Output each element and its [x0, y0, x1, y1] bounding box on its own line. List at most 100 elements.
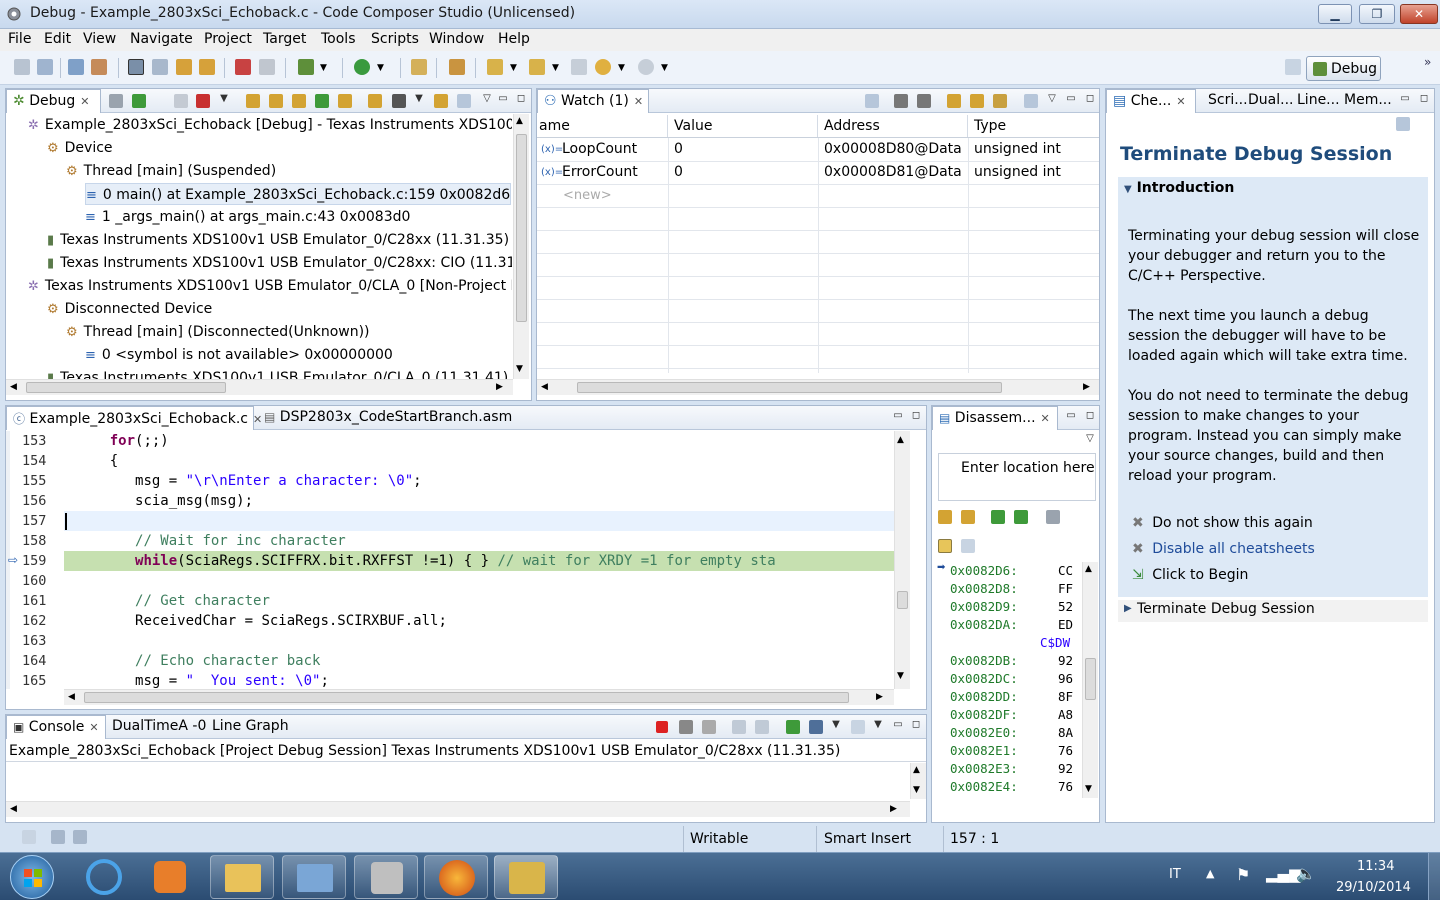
- menu-file[interactable]: File: [8, 31, 31, 47]
- code-line[interactable]: for(;;): [76, 431, 169, 451]
- menu-project[interactable]: Project: [204, 31, 252, 47]
- col-header-address[interactable]: Address: [818, 115, 968, 137]
- open-console-icon[interactable]: [851, 720, 865, 734]
- disassembly-vertical-scrollbar[interactable]: ▲ ▼: [1082, 562, 1098, 798]
- refresh-icon[interactable]: [434, 94, 448, 108]
- debug-tree-item[interactable]: ⚙ Thread [main] (Disconnected(Unknown)): [66, 321, 370, 343]
- new-view-icon[interactable]: [1024, 94, 1038, 108]
- code-line[interactable]: scia_msg(msg);: [76, 491, 253, 511]
- debug-vertical-scrollbar[interactable]: ▲ ▼: [513, 114, 529, 379]
- watch-horizontal-scrollbar[interactable]: ◀ ▶: [537, 379, 1099, 395]
- link-icon[interactable]: [152, 59, 168, 75]
- clock-date[interactable]: 29/10/2014: [1336, 880, 1411, 895]
- cheatsheet-menu-icon[interactable]: [1396, 117, 1410, 131]
- load-program-icon[interactable]: [176, 59, 192, 75]
- watch-row-name[interactable]: LoopCount: [562, 138, 637, 161]
- suspend-icon[interactable]: [174, 94, 188, 108]
- scroll-up-icon[interactable]: ▲: [897, 435, 904, 445]
- debug-tree-item[interactable]: ▮ Texas Instruments XDS100v1 USB Emulator…: [47, 229, 509, 251]
- lock-icon[interactable]: [993, 94, 1007, 108]
- close-tab-icon[interactable]: ✕: [80, 95, 89, 108]
- step-over-icon[interactable]: [269, 94, 283, 108]
- scroll-down-icon[interactable]: ▼: [1085, 784, 1092, 794]
- menu-navigate[interactable]: Navigate: [130, 31, 193, 47]
- menu-edit[interactable]: Edit: [44, 31, 71, 47]
- close-tab-icon[interactable]: ✕: [1176, 95, 1185, 108]
- language-indicator[interactable]: IT: [1169, 867, 1181, 882]
- chevron-down-icon[interactable]: ▼: [510, 63, 518, 79]
- debug-tree-item[interactable]: ≡ 1 _args_main() at args_main.c:43 0x0083…: [85, 206, 410, 228]
- debug-tree-item[interactable]: ≡ 0 main() at Example_2803xSci_Echoback.c…: [85, 183, 512, 205]
- debug-run-icon[interactable]: [298, 59, 314, 75]
- scroll-right-icon[interactable]: ▶: [876, 692, 883, 702]
- scroll-left-icon[interactable]: ◀: [68, 692, 75, 702]
- view-menu-icon[interactable]: ▽: [1084, 434, 1096, 446]
- debug-tree-item[interactable]: ⚙ Disconnected Device: [47, 298, 212, 320]
- view-menu-icon[interactable]: ▽: [481, 94, 493, 106]
- reset-cpu-icon[interactable]: [368, 94, 382, 108]
- taskbar-virtualbox-button[interactable]: [354, 855, 418, 899]
- close-tab-icon[interactable]: ✕: [89, 721, 98, 734]
- debug-tree-item[interactable]: ⚙ Device: [47, 137, 113, 159]
- menu-help[interactable]: Help: [498, 31, 530, 47]
- remove-terminated-icon[interactable]: [109, 94, 123, 108]
- code-line[interactable]: // Wait for inc character: [76, 531, 346, 551]
- new-fast-view-icon[interactable]: [22, 830, 36, 844]
- close-window-button[interactable]: ✕: [1400, 4, 1438, 24]
- menu-tools[interactable]: Tools: [321, 31, 356, 47]
- remove-icon[interactable]: [894, 94, 908, 108]
- disable-cheatsheets-link[interactable]: ✖ Disable all cheatsheets: [1132, 541, 1315, 557]
- clock-time[interactable]: 11:34: [1357, 859, 1394, 874]
- minimize-view-icon[interactable]: ▭: [892, 720, 904, 732]
- chevron-down-icon[interactable]: ▼: [218, 94, 230, 106]
- close-tab-icon[interactable]: ✕: [1041, 412, 1050, 425]
- chevron-down-icon[interactable]: ▼: [413, 94, 425, 106]
- format-icon[interactable]: [411, 59, 427, 75]
- col-header-value[interactable]: Value: [668, 115, 818, 137]
- minimize-view-icon[interactable]: ▭: [1065, 94, 1077, 106]
- refresh-icon[interactable]: [947, 94, 961, 108]
- scroll-down-icon[interactable]: ▼: [516, 364, 523, 374]
- chevron-down-icon[interactable]: ▼: [830, 720, 842, 732]
- minimize-view-icon[interactable]: ▭: [497, 94, 509, 106]
- tab-echoback-c[interactable]: ⓒ Example_2803xSci_Echoback.c ✕: [6, 406, 262, 430]
- tab-cheatsheet[interactable]: ▤ Che... ✕: [1106, 89, 1196, 113]
- scroll-thumb[interactable]: [26, 382, 226, 393]
- scroll-right-icon[interactable]: ▶: [890, 804, 897, 814]
- pen-icon[interactable]: [449, 59, 465, 75]
- menu-target[interactable]: Target: [263, 31, 306, 47]
- volume-icon[interactable]: 🔈: [1296, 864, 1316, 883]
- next-annotation-icon[interactable]: [487, 59, 503, 75]
- code-line[interactable]: {: [76, 451, 118, 471]
- breakpoint-icon[interactable]: [235, 59, 251, 75]
- debug-horizontal-scrollbar[interactable]: ◀ ▶: [6, 379, 513, 395]
- clear-console-icon[interactable]: [732, 720, 746, 734]
- tab-memory[interactable]: Mem...: [1338, 89, 1398, 113]
- internet-explorer-icon[interactable]: [86, 859, 122, 895]
- chevron-down-icon[interactable]: ▼: [661, 63, 669, 79]
- minimize-view-icon[interactable]: ▭: [892, 411, 904, 423]
- save-icon[interactable]: [14, 59, 30, 75]
- col-header-type[interactable]: Type: [968, 115, 1099, 137]
- console-vertical-scrollbar[interactable]: ▲ ▼: [910, 763, 926, 799]
- code-line[interactable]: while(SciaRegs.SCIFFRX.bit.RXFFST !=1) {…: [76, 551, 776, 571]
- maximize-button[interactable]: ❐: [1359, 4, 1395, 24]
- col-header-name[interactable]: ame: [537, 115, 668, 137]
- code-line[interactable]: msg = " You sent: \0";: [76, 671, 329, 689]
- tab-console[interactable]: ▣ Console ✕: [6, 715, 106, 739]
- menu-view[interactable]: View: [83, 31, 116, 47]
- build-icon[interactable]: [91, 59, 107, 75]
- scroll-thumb[interactable]: [516, 134, 527, 322]
- maximize-view-icon[interactable]: ◻: [910, 720, 922, 732]
- new-view-icon[interactable]: [961, 539, 975, 553]
- close-tab-icon[interactable]: ✕: [634, 95, 643, 108]
- tab-watch[interactable]: ⚇ Watch (1) ✕: [537, 89, 649, 113]
- code-line[interactable]: // Echo character back: [76, 651, 320, 671]
- assembly-step-icon[interactable]: [315, 94, 329, 108]
- skip-breakpoints-icon[interactable]: [259, 59, 275, 75]
- menu-window[interactable]: Window: [429, 31, 484, 47]
- new-project-icon[interactable]: [68, 59, 84, 75]
- tab-dualtime[interactable]: DualTimeA -0: [106, 715, 212, 739]
- show-desktop-button[interactable]: [1428, 853, 1440, 900]
- debug-tree-item[interactable]: ▮ Texas Instruments XDS100v1 USB Emulator…: [47, 367, 508, 379]
